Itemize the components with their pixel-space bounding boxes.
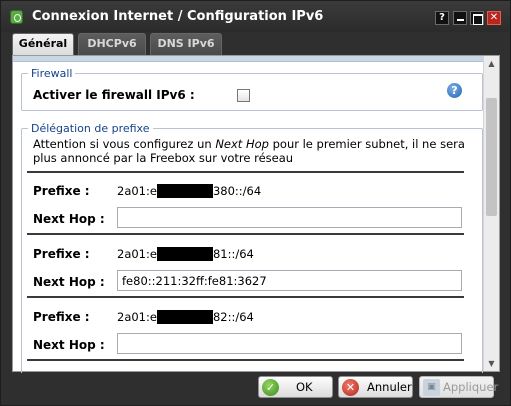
panel-header-strip [13, 56, 499, 62]
next-hop-label-3: Next Hop : [33, 338, 105, 352]
firewall-legend: Firewall [31, 67, 73, 80]
help-icon[interactable]: ? [447, 83, 462, 98]
next-hop-label-1: Next Hop : [33, 212, 105, 226]
entry-separator [27, 171, 464, 173]
vertical-scrollbar[interactable]: ▲ ▼ [483, 56, 499, 371]
next-hop-input-1[interactable] [117, 207, 462, 228]
prefix-value-1: 2a01:e 380::/64 [117, 184, 262, 198]
prefix-delegation-legend: Délégation de prefixe [31, 122, 150, 135]
next-hop-label-2: Next Hop : [33, 275, 105, 289]
redaction-block [156, 310, 213, 324]
cancel-icon: ✕ [342, 379, 359, 396]
tab-dns-ipv6[interactable]: DNS IPv6 [150, 33, 222, 55]
tab-panel-general: Firewall Activer le firewall IPv6 : ? Dé… [12, 55, 500, 382]
redaction-block [156, 184, 213, 198]
dialog-titlebar[interactable]: Connexion Internet / Configuration IPv6 … [1, 1, 510, 32]
dialog-title: Connexion Internet / Configuration IPv6 [32, 9, 324, 24]
firewall-enable-label: Activer le firewall IPv6 : [33, 88, 195, 102]
prefix-value-2: 2a01:e 81::/64 [117, 247, 254, 261]
entry-separator [27, 233, 464, 235]
ok-button-label: OK [296, 380, 313, 394]
delegation-warning-note: Attention si vous configurez un Next Hop… [33, 137, 465, 165]
tab-dhcpv6[interactable]: DHCPv6 [78, 33, 146, 55]
entry-separator [27, 296, 464, 298]
help-button[interactable]: ? [435, 11, 449, 25]
save-icon: ▣ [423, 379, 440, 396]
prefix-label-2: Prefixe : [33, 247, 90, 261]
prefix-label-3: Prefixe : [33, 310, 90, 324]
check-icon: ✓ [262, 379, 279, 396]
prefix-value-3: 2a01:e 82::/64 [117, 310, 254, 324]
scroll-down-arrow-icon[interactable]: ▼ [484, 356, 499, 371]
ipv6-config-dialog: Connexion Internet / Configuration IPv6 … [0, 0, 511, 406]
next-hop-emphasis: Next Hop [215, 137, 269, 151]
scroll-up-arrow-icon[interactable]: ▲ [484, 56, 499, 71]
redaction-block [156, 247, 213, 261]
next-hop-input-3[interactable] [117, 333, 462, 354]
next-hop-input-2[interactable] [117, 270, 462, 291]
close-button[interactable]: ✕ [487, 11, 501, 25]
cancel-button[interactable]: ✕ Annuler [338, 376, 413, 398]
prefix-label-1: Prefixe : [33, 184, 90, 198]
scrollbar-thumb[interactable] [486, 98, 497, 216]
maximize-button[interactable] [470, 11, 484, 25]
minimize-button[interactable] [453, 11, 467, 25]
tab-general[interactable]: Général [12, 33, 74, 55]
ok-button[interactable]: ✓ OK [258, 376, 333, 398]
firewall-enable-checkbox[interactable] [237, 89, 250, 102]
cancel-button-label: Annuler [367, 380, 412, 394]
apply-button-label: Appliquer [443, 380, 499, 394]
entry-separator [27, 359, 464, 361]
apply-button[interactable]: ▣ Appliquer [419, 376, 498, 398]
freebox-app-icon [10, 10, 23, 24]
